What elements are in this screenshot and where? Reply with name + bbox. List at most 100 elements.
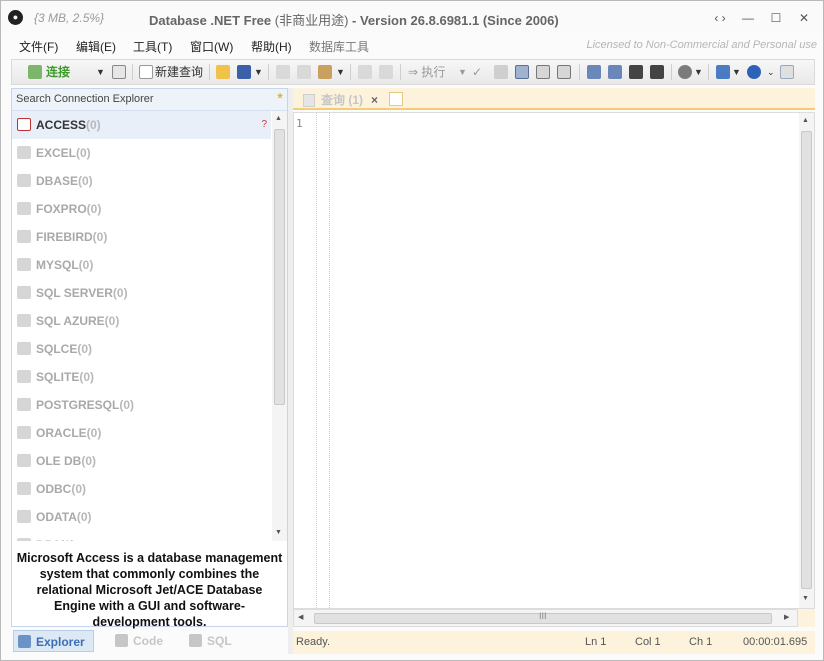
- editor-scroll-up-icon[interactable]: ▲: [802, 117, 809, 124]
- connection-item-odata[interactable]: ODATA(0): [12, 503, 271, 531]
- scroll-down-icon[interactable]: ▼: [275, 529, 282, 536]
- settings-dropdown-icon[interactable]: ▼: [694, 62, 703, 82]
- undo-icon[interactable]: [358, 65, 372, 79]
- scroll-thumb[interactable]: [274, 129, 285, 405]
- tab-query-1[interactable]: 查询 (1) ×: [299, 90, 386, 110]
- restore-arrows-button[interactable]: ‹ ›: [709, 9, 731, 27]
- search-input[interactable]: Search Connection Explorer: [16, 93, 154, 105]
- oracle-icon: [17, 426, 31, 439]
- sqlce-icon: [17, 342, 31, 355]
- clipboard-icon[interactable]: [536, 65, 550, 79]
- comment-icon[interactable]: [629, 65, 643, 79]
- properties-icon[interactable]: [112, 65, 126, 79]
- menu-tools[interactable]: 工具(T): [133, 38, 172, 55]
- connection-label: SQL AZURE: [36, 314, 105, 328]
- uncomment-icon[interactable]: [650, 65, 664, 79]
- tab-sql[interactable]: SQL: [185, 630, 232, 652]
- indent-icon[interactable]: [608, 65, 622, 79]
- search-connection-explorer[interactable]: Search Connection Explorer *: [12, 89, 287, 111]
- cut-icon[interactable]: [276, 65, 290, 79]
- save-icon[interactable]: [237, 65, 251, 79]
- paste-dropdown-icon[interactable]: ▼: [336, 62, 345, 82]
- status-column: Col 1: [635, 636, 661, 648]
- connection-item-firebird[interactable]: FIREBIRD(0): [12, 223, 271, 251]
- tab-code[interactable]: Code: [111, 630, 163, 652]
- menu-help[interactable]: 帮助(H): [251, 38, 292, 55]
- new-query-button[interactable]: 新建查询: [155, 62, 203, 82]
- connection-count: (0): [76, 146, 91, 160]
- connect-dropdown-icon[interactable]: ▼: [96, 62, 105, 82]
- save-dropdown-icon[interactable]: ▼: [254, 62, 263, 82]
- connect-button[interactable]: 连接: [46, 62, 70, 82]
- status-text: Ready.: [296, 636, 331, 648]
- scroll-right-icon[interactable]: ▶: [784, 613, 789, 621]
- connection-item-odbc[interactable]: ODBC(0): [12, 475, 271, 503]
- status-line: Ln 1: [585, 636, 607, 648]
- separator: [132, 64, 133, 80]
- help-marker[interactable]: ?: [261, 111, 267, 139]
- connection-item-mysql[interactable]: MYSQL(0): [12, 251, 271, 279]
- explorer-tab-icon: [18, 635, 31, 648]
- plugin-icon[interactable]: [716, 65, 730, 79]
- connection-item-excel[interactable]: EXCEL(0): [12, 139, 271, 167]
- connection-item-foxpro[interactable]: FOXPRO(0): [12, 195, 271, 223]
- connection-item-ole-db[interactable]: OLE DB(0): [12, 447, 271, 475]
- connection-item-sql-server[interactable]: SQL SERVER(0): [12, 279, 271, 307]
- editor-scroll-down-icon[interactable]: ▼: [802, 595, 809, 602]
- table-icon[interactable]: [515, 65, 529, 79]
- explorer-scrollbar[interactable]: ▲ ▼: [272, 111, 287, 541]
- close-button[interactable]: ✕: [793, 9, 815, 27]
- separator: [400, 64, 401, 80]
- editor-scroll-thumb[interactable]: [801, 131, 812, 589]
- sqlserver-icon: [17, 286, 31, 299]
- paste-icon[interactable]: [318, 65, 332, 79]
- separator: [268, 64, 269, 80]
- menu-window[interactable]: 窗口(W): [190, 38, 233, 55]
- editor-horizontal-scrollbar[interactable]: ◀ III ▶: [293, 609, 798, 627]
- oledb-icon: [17, 454, 31, 467]
- new-tab-button[interactable]: [389, 92, 403, 106]
- settings-gear-icon[interactable]: [678, 65, 692, 79]
- excel-icon: [17, 146, 31, 159]
- align-icon[interactable]: [587, 65, 601, 79]
- connection-item-sqlce[interactable]: SQLCE(0): [12, 335, 271, 363]
- connection-item-sql-azure[interactable]: SQL AZURE(0): [12, 307, 271, 335]
- menu-edit[interactable]: 编辑(E): [76, 38, 116, 55]
- plugin-dropdown-icon[interactable]: ▼: [732, 62, 741, 82]
- editor-vertical-scrollbar[interactable]: ▲ ▼: [799, 113, 814, 608]
- tab-explorer[interactable]: Explorer: [13, 630, 94, 652]
- menu-database-tools[interactable]: 数据库工具: [309, 38, 369, 55]
- connection-item-dbase[interactable]: DBASE(0): [12, 167, 271, 195]
- maximize-button[interactable]: ☐: [765, 9, 787, 27]
- execute-label: 执行: [421, 65, 446, 79]
- minimize-button[interactable]: —: [737, 9, 759, 27]
- open-folder-icon[interactable]: [216, 65, 230, 79]
- scroll-up-icon[interactable]: ▲: [275, 115, 282, 122]
- connection-item-oracle[interactable]: ORACLE(0): [12, 419, 271, 447]
- version-label: - Version 26.8.6981.1 (Since 2006): [352, 13, 559, 28]
- help-icon[interactable]: [747, 65, 761, 79]
- overflow-icon[interactable]: ⌄: [767, 62, 775, 82]
- favorite-star-icon[interactable]: *: [277, 90, 283, 107]
- redo-icon[interactable]: [379, 65, 393, 79]
- scroll-left-icon[interactable]: ◀: [298, 613, 303, 621]
- explorer-bottom-tabs: Explorer Code SQL: [11, 628, 288, 654]
- menu-file[interactable]: 文件(F): [19, 38, 58, 55]
- sql-editor[interactable]: 1 ▲ ▼: [293, 112, 815, 609]
- tab-close-icon[interactable]: ×: [371, 93, 378, 107]
- execute-button[interactable]: ⇒ 执行: [408, 62, 445, 82]
- connection-item-access[interactable]: ACCESS(0)?: [12, 111, 271, 139]
- connection-item-sqlite[interactable]: SQLITE(0): [12, 363, 271, 391]
- execute-dropdown-icon[interactable]: ▼: [458, 62, 467, 82]
- extra-tool-icon[interactable]: [780, 65, 794, 79]
- connection-count: (0): [86, 118, 101, 132]
- grid-icon[interactable]: [494, 65, 508, 79]
- hscroll-thumb[interactable]: III: [314, 611, 772, 624]
- check-icon[interactable]: ✓: [472, 62, 482, 82]
- connection-item-postgresql[interactable]: POSTGRESQL(0): [12, 391, 271, 419]
- copy-icon[interactable]: [297, 65, 311, 79]
- copy-table-icon[interactable]: [557, 65, 571, 79]
- connection-item-db2[interactable]: DB2(0): [12, 531, 271, 541]
- connection-count: (0): [78, 174, 93, 188]
- license-note: Licensed to Non-Commercial and Personal …: [586, 39, 817, 51]
